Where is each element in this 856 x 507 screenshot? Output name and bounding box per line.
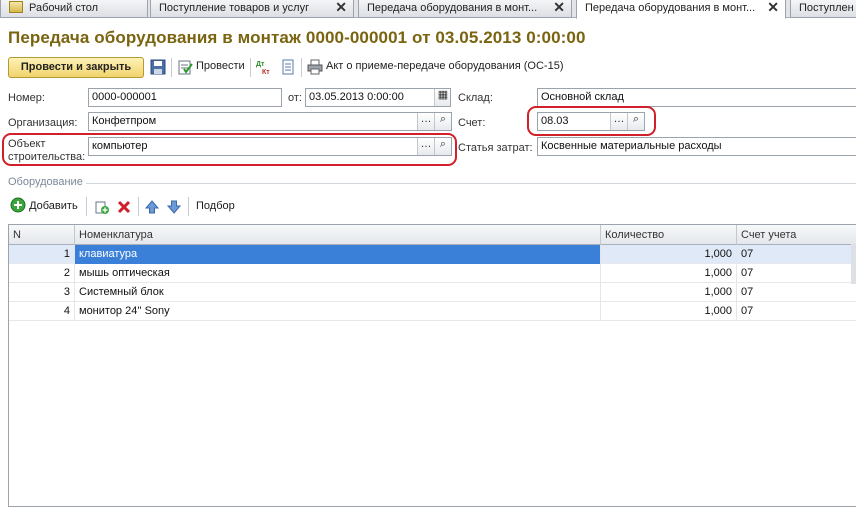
report-icon[interactable]: [280, 59, 296, 75]
column-header-quantity[interactable]: Количество: [601, 225, 737, 245]
section-divider: [86, 183, 856, 184]
print-icon[interactable]: [307, 59, 323, 75]
post-icon[interactable]: [177, 59, 193, 75]
column-header-n[interactable]: N: [9, 225, 75, 245]
arrow-up-icon[interactable]: [144, 199, 160, 215]
column-header-account[interactable]: Счет учета: [737, 225, 856, 245]
add-label: Добавить: [29, 200, 78, 212]
cell-nomenclature[interactable]: Системный блок: [75, 283, 601, 302]
organization-value: Конфетпром: [92, 115, 157, 127]
page-title: Передача оборудования в монтаж 0000-0000…: [8, 28, 586, 47]
cell-nomenclature[interactable]: монитор 24'' Sony: [75, 302, 601, 321]
table-row[interactable]: 3 Системный блок 1,000 07: [9, 283, 856, 302]
cell-nomenclature[interactable]: клавиатура: [75, 245, 601, 264]
dt-kt-icon[interactable]: Дт Кт: [256, 59, 272, 75]
number-field[interactable]: 0000-000001: [88, 88, 282, 107]
scrollbar[interactable]: [851, 244, 856, 284]
number-label: Номер:: [8, 92, 45, 104]
search-icon[interactable]: ⌕: [434, 113, 451, 130]
delete-icon[interactable]: [116, 199, 132, 215]
warehouse-field[interactable]: Основной склад: [537, 88, 856, 107]
tab-receipt-2[interactable]: Поступлен: [790, 0, 856, 18]
date-value: 03.05.2013 0:00:00: [309, 91, 404, 103]
account-label: Счет:: [458, 117, 486, 129]
table-row[interactable]: 1 клавиатура 1,000 07: [9, 245, 856, 264]
construction-object-highlight: [2, 133, 457, 166]
date-field[interactable]: 03.05.2013 0:00:00 ▦: [305, 88, 451, 107]
date-label: от:: [288, 92, 302, 104]
tab-label: Поступлен: [799, 2, 854, 14]
cell-n[interactable]: 3: [9, 283, 75, 302]
cell-n[interactable]: 4: [9, 302, 75, 321]
close-icon[interactable]: ✕: [767, 0, 779, 15]
svg-text:Кт: Кт: [262, 69, 270, 75]
tab-label: Поступление товаров и услуг: [159, 2, 310, 14]
add-icon: [10, 197, 26, 213]
organization-label: Организация:: [8, 117, 78, 129]
tab-desktop[interactable]: Рабочий стол: [0, 0, 148, 18]
ellipsis-icon[interactable]: …: [417, 113, 434, 130]
cell-quantity[interactable]: 1,000: [601, 264, 737, 283]
arrow-down-icon[interactable]: [166, 199, 182, 215]
cell-quantity[interactable]: 1,000: [601, 302, 737, 321]
cell-account[interactable]: 07: [737, 264, 856, 283]
equipment-section-label: Оборудование: [8, 176, 83, 188]
copy-icon[interactable]: [94, 199, 110, 215]
cell-quantity[interactable]: 1,000: [601, 283, 737, 302]
cell-n[interactable]: 2: [9, 264, 75, 283]
tab-receipt[interactable]: Поступление товаров и услуг ✕: [150, 0, 354, 18]
add-button[interactable]: Добавить: [10, 197, 78, 213]
tab-label: Передача оборудования в монт...: [367, 2, 538, 14]
table-row[interactable]: 2 мышь оптическая 1,000 07: [9, 264, 856, 283]
svg-text:Дт: Дт: [256, 61, 265, 68]
warehouse-label: Склад:: [458, 92, 493, 104]
tab-transfer-active[interactable]: Передача оборудования в монт... ✕: [576, 0, 786, 19]
close-icon[interactable]: ✕: [335, 0, 347, 15]
cell-quantity[interactable]: 1,000: [601, 245, 737, 264]
act-os15-button[interactable]: Акт о приеме-передаче оборудования (ОС-1…: [326, 60, 563, 72]
pick-button[interactable]: Подбор: [196, 200, 235, 212]
expense-item-label: Статья затрат:: [458, 142, 533, 154]
table-header: N Номенклатура Количество Счет учета: [9, 225, 856, 245]
cell-n[interactable]: 1: [9, 245, 75, 264]
column-header-nomenclature[interactable]: Номенклатура: [75, 225, 601, 245]
post-button[interactable]: Провести: [196, 60, 245, 72]
account-highlight: [527, 106, 656, 136]
calendar-icon[interactable]: ▦: [434, 89, 450, 106]
desktop-icon: [9, 1, 23, 13]
expense-item-field[interactable]: Косвенные материальные расходы: [537, 137, 856, 156]
tab-strip: Рабочий стол Поступление товаров и услуг…: [0, 0, 856, 19]
tab-label: Передача оборудования в монт...: [585, 2, 756, 14]
organization-field[interactable]: Конфетпром … ⌕: [88, 112, 452, 131]
close-icon[interactable]: ✕: [553, 0, 565, 15]
cell-account[interactable]: 07: [737, 302, 856, 321]
save-icon[interactable]: [150, 59, 166, 75]
table-row[interactable]: 4 монитор 24'' Sony 1,000 07: [9, 302, 856, 321]
cell-account[interactable]: 07: [737, 283, 856, 302]
post-and-close-button[interactable]: Провести и закрыть: [8, 57, 144, 78]
equipment-table: N Номенклатура Количество Счет учета 1 кл…: [8, 224, 856, 507]
tab-label: Рабочий стол: [29, 2, 99, 14]
cell-account[interactable]: 07: [737, 245, 856, 264]
tab-transfer-1[interactable]: Передача оборудования в монт... ✕: [358, 0, 572, 18]
cell-nomenclature[interactable]: мышь оптическая: [75, 264, 601, 283]
